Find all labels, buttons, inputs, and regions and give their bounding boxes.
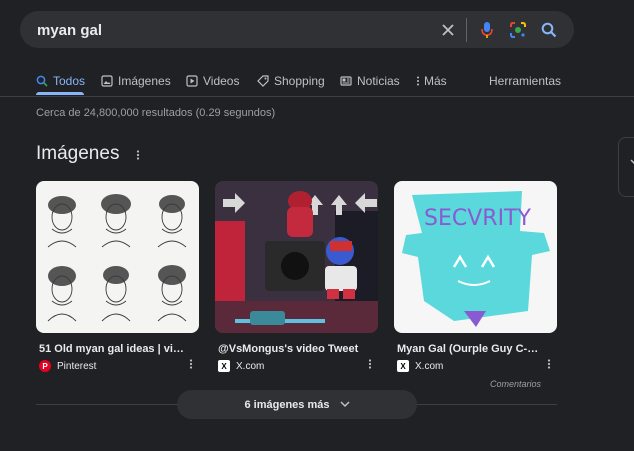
tab-more[interactable]: Más: [415, 71, 447, 91]
tab-label: Videos: [203, 74, 240, 88]
tab-images[interactable]: Imágenes: [101, 71, 171, 91]
x-icon: X: [218, 360, 230, 372]
image-result-card[interactable]: @VsMongus's video Tweet X X.com: [215, 181, 378, 372]
tab-label: Noticias: [357, 74, 400, 88]
tab-label: Shopping: [274, 74, 325, 88]
more-images-label: 6 imágenes más: [244, 398, 330, 411]
clear-icon[interactable]: [437, 19, 459, 41]
more-vert-icon[interactable]: [185, 357, 197, 371]
image-result-card[interactable]: SECVRITY Myan Gal (Ourple Guy C-sid... X…: [394, 181, 557, 372]
source-name: X.com: [415, 360, 444, 372]
active-tab-indicator: [36, 92, 84, 95]
more-images-button[interactable]: 6 imágenes más: [177, 390, 417, 419]
svg-text:SECVRITY: SECVRITY: [424, 206, 531, 231]
image-thumbnail[interactable]: [36, 181, 199, 333]
voice-search-icon[interactable]: [476, 19, 498, 41]
search-input[interactable]: [37, 20, 417, 40]
tabs-divider: [0, 96, 634, 97]
image-result-source[interactable]: X X.com: [215, 360, 378, 372]
tab-todos[interactable]: Todos: [36, 71, 85, 91]
tab-videos[interactable]: Videos: [186, 71, 239, 91]
search-bar: [20, 11, 574, 48]
image-result-title[interactable]: @VsMongus's video Tweet: [215, 343, 365, 355]
play-icon: [186, 75, 198, 87]
side-panel-card[interactable]: [618, 137, 634, 197]
more-vert-icon[interactable]: [543, 357, 555, 371]
image-thumbnail[interactable]: [215, 181, 378, 333]
image-result-card[interactable]: 51 Old myan gal ideas | vinta... P Pinte…: [36, 181, 199, 372]
tab-label: Imágenes: [118, 74, 171, 88]
image-result-source[interactable]: X X.com: [394, 360, 557, 372]
source-name: X.com: [236, 360, 265, 372]
tab-label: Todos: [53, 74, 86, 88]
image-thumbnail[interactable]: SECVRITY: [394, 181, 557, 333]
lens-icon[interactable]: [507, 19, 529, 41]
search-icon: [36, 75, 48, 87]
image-result-title[interactable]: Myan Gal (Ourple Guy C-sid...: [394, 343, 544, 355]
tag-icon: [257, 75, 269, 87]
image-result-title[interactable]: 51 Old myan gal ideas | vinta...: [36, 343, 186, 355]
pinterest-icon: P: [39, 360, 51, 372]
more-vert-icon[interactable]: [364, 357, 376, 371]
tab-label: Más: [424, 74, 447, 88]
search-icon[interactable]: [538, 19, 560, 41]
tab-news[interactable]: Noticias: [340, 71, 400, 91]
images-section-title: Imágenes: [36, 143, 120, 164]
feedback-link[interactable]: Comentarios: [490, 379, 541, 389]
tab-shopping[interactable]: Shopping: [257, 71, 325, 91]
tools-label: Herramientas: [489, 74, 562, 88]
image-result-source[interactable]: P Pinterest: [36, 360, 199, 372]
more-vert-icon: [415, 75, 421, 87]
news-icon: [340, 75, 352, 87]
chevron-down-icon: [630, 153, 634, 171]
more-vert-icon[interactable]: [131, 147, 145, 163]
image-icon: [101, 75, 113, 87]
search-divider: [466, 18, 467, 42]
search-tabs: Todos Imágenes Videos Shopping Noticias …: [0, 62, 634, 96]
source-name: Pinterest: [57, 360, 97, 372]
chevron-down-icon: [339, 399, 350, 411]
result-stats: Cerca de 24,800,000 resultados (0.29 seg…: [36, 107, 276, 119]
x-icon: X: [397, 360, 409, 372]
tools-button[interactable]: Herramientas: [489, 71, 561, 91]
